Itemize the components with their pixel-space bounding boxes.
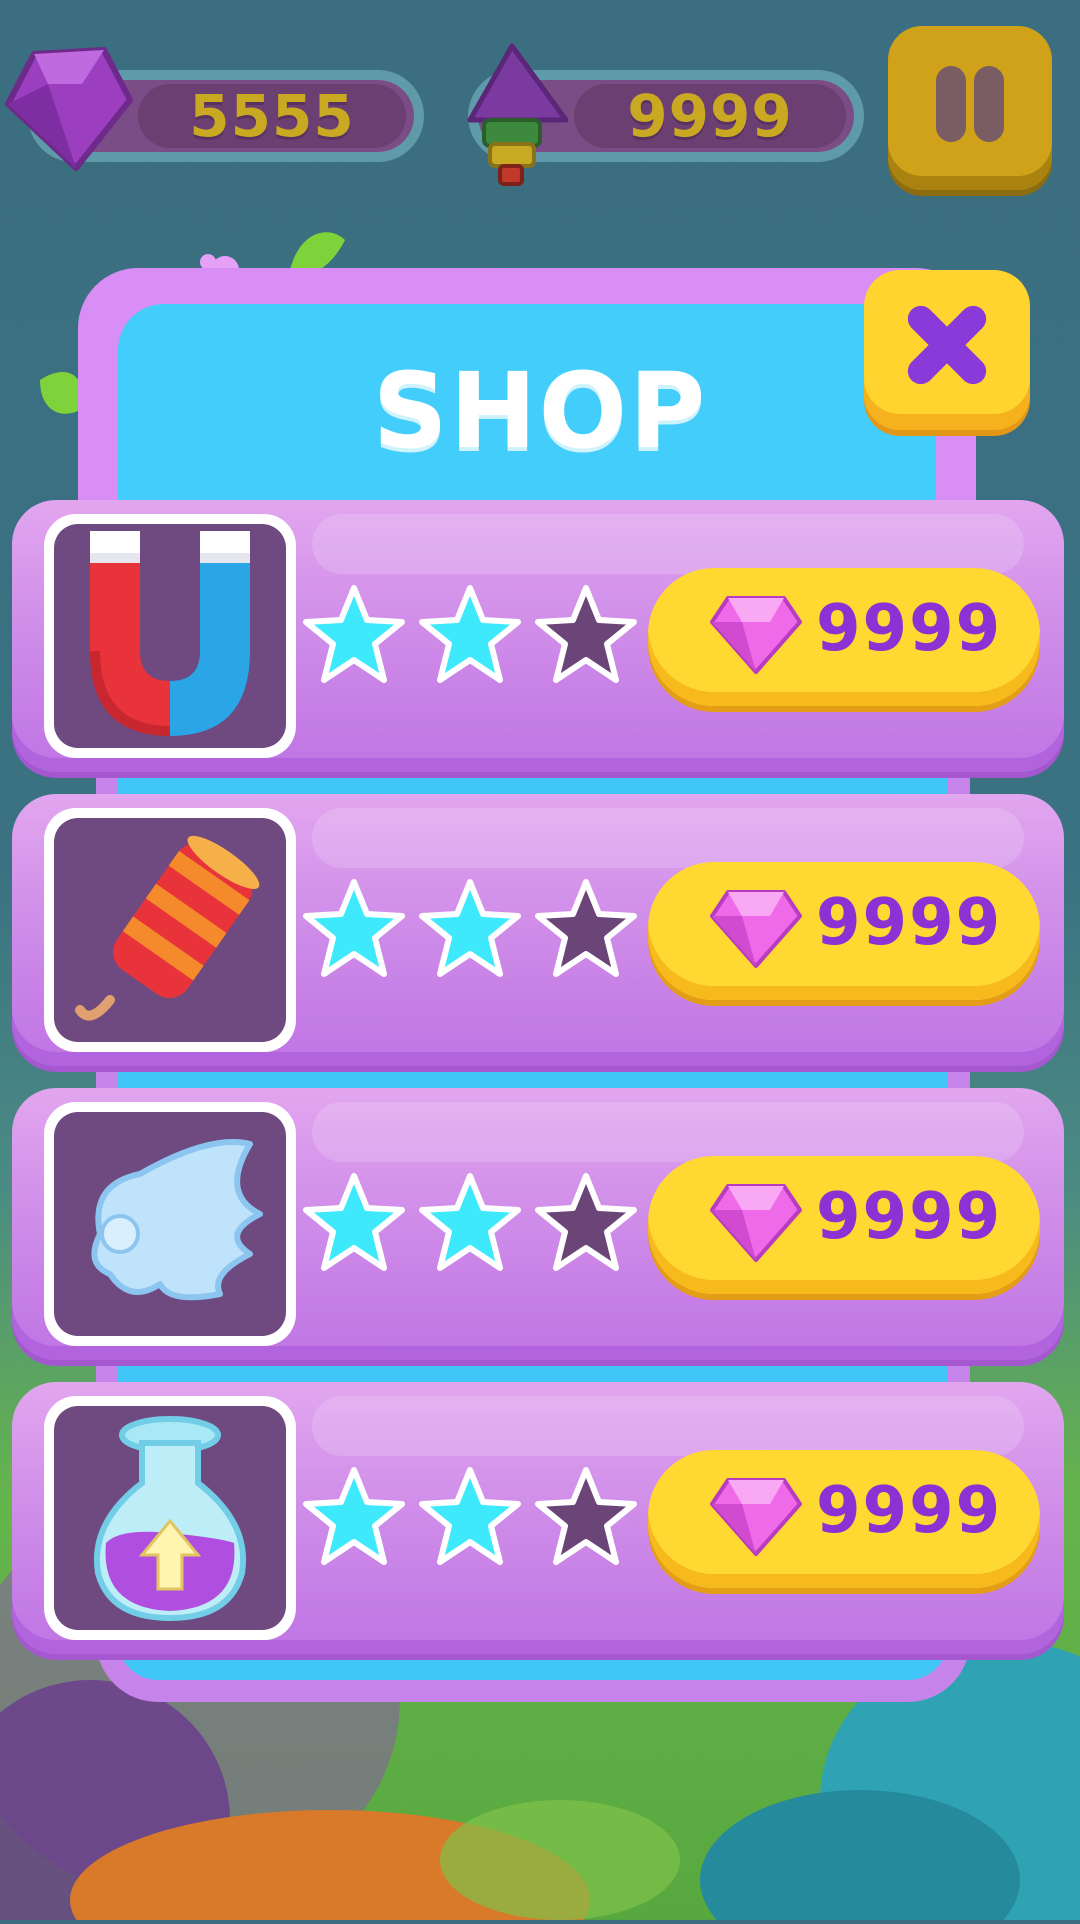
rocket-count: 9999: [574, 82, 846, 150]
wing-icon: [91, 1139, 263, 1301]
buy-button[interactable]: 9999: [648, 862, 1040, 1000]
potion-icon: [94, 1416, 246, 1622]
firework-icon: [75, 835, 260, 1021]
gem-icon: [710, 596, 802, 674]
buy-button[interactable]: 9999: [648, 1450, 1040, 1588]
price-label: 9999: [816, 1180, 1003, 1254]
star-icon-filled: [419, 585, 521, 683]
upgrade-stars: [300, 878, 640, 998]
star-icon-filled: [419, 1467, 521, 1565]
gem-count: 5555: [138, 82, 406, 150]
pause-icon-right: [974, 66, 1004, 142]
magnet-icon: [90, 531, 250, 736]
star-icon-filled: [303, 879, 405, 977]
star-icon-filled: [303, 1467, 405, 1565]
star-icon-filled: [419, 1173, 521, 1271]
pause-icon-left: [936, 66, 966, 142]
gem-icon: [710, 890, 802, 968]
item-frame: [44, 514, 296, 758]
shop-item-wing: 9999: [12, 1088, 1064, 1360]
star-icon-filled: [419, 879, 521, 977]
star-icon-filled: [303, 585, 405, 683]
shop-item-potion: 9999: [12, 1382, 1064, 1654]
star-icon-empty: [535, 879, 637, 977]
upgrade-stars: [300, 1466, 640, 1586]
upgrade-stars: [300, 1172, 640, 1292]
item-frame: [44, 1396, 296, 1640]
pause-button[interactable]: [888, 26, 1052, 190]
gem-icon: [5, 47, 133, 171]
rocket-icon: [467, 43, 569, 186]
gem-icon: [710, 1184, 802, 1262]
star-icon-empty: [535, 1467, 637, 1565]
item-frame: [44, 808, 296, 1052]
shop-title: SHOP: [372, 350, 708, 472]
shop-item-magnet: 9999: [12, 500, 1064, 772]
item-frame: [44, 1102, 296, 1346]
upgrade-stars: [300, 584, 640, 704]
star-icon-filled: [303, 1173, 405, 1271]
buy-button[interactable]: 9999: [648, 568, 1040, 706]
price-label: 9999: [816, 886, 1003, 960]
gem-icon: [710, 1478, 802, 1556]
shop-item-firework: 9999: [12, 794, 1064, 1066]
buy-button[interactable]: 9999: [648, 1156, 1040, 1294]
star-icon-empty: [535, 585, 637, 683]
close-button[interactable]: [864, 270, 1030, 430]
price-label: 9999: [816, 1474, 1003, 1548]
price-label: 9999: [816, 592, 1003, 666]
star-icon-empty: [535, 1173, 637, 1271]
